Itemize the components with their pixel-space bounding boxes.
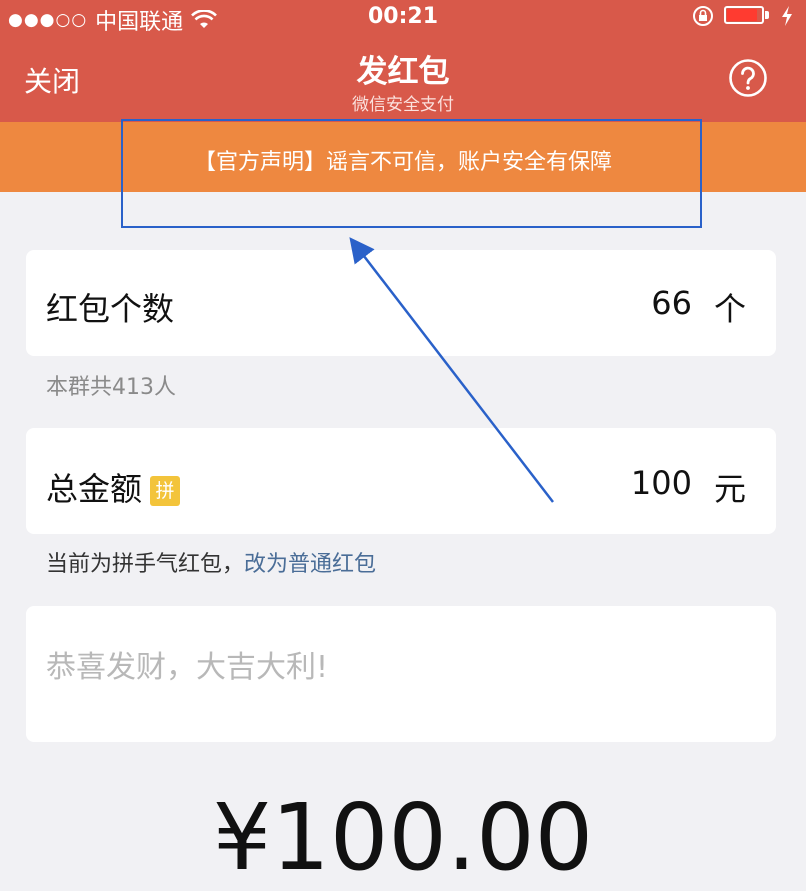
total-amount-row[interactable]: 总金额拼 100 元: [26, 428, 776, 534]
switch-to-normal-link[interactable]: 改为普通红包: [244, 552, 376, 577]
packet-count-label: 红包个数: [46, 290, 175, 328]
total-amount-input[interactable]: 100: [631, 464, 692, 510]
header: ●●●○○ 中国联通 00:21 关闭 发红包 微信安全支付: [0, 0, 806, 122]
annotation-highlight-box: [121, 119, 702, 228]
battery-icon: [724, 6, 770, 26]
greeting-input[interactable]: 恭喜发财，大吉大利!: [26, 606, 776, 742]
charging-bolt-icon: [782, 6, 792, 26]
total-amount-label-group: 总金额拼: [46, 464, 181, 510]
status-bar: ●●●○○ 中国联通 00:21: [0, 0, 806, 35]
packet-count-unit: 个: [713, 290, 746, 328]
packet-mode-text: 当前为拼手气红包，: [46, 552, 245, 577]
page-subtitle: 微信安全支付: [352, 95, 454, 115]
packet-count-input[interactable]: 66: [651, 284, 692, 330]
page-title: 发红包: [356, 54, 450, 90]
orientation-lock-icon: [693, 6, 713, 26]
greeting-placeholder: 恭喜发财，大吉大利!: [46, 650, 329, 685]
question-circle-icon[interactable]: [728, 58, 768, 98]
packet-count-value-group: 66 个: [651, 284, 746, 330]
group-size-hint: 本群共413人: [46, 375, 176, 400]
total-amount-label: 总金额: [46, 470, 143, 508]
packet-mode-hint: 当前为拼手气红包，改为普通红包: [46, 546, 376, 578]
total-amount-unit: 元: [713, 470, 746, 508]
total-amount-value-group: 100 元: [631, 464, 746, 510]
packet-count-row[interactable]: 红包个数 66 个: [26, 250, 776, 356]
amount-display: ¥100.00: [212, 784, 594, 891]
status-time: 00:21: [367, 4, 439, 29]
lucky-mode-badge: 拼: [150, 476, 181, 506]
status-right-group: [692, 5, 794, 27]
